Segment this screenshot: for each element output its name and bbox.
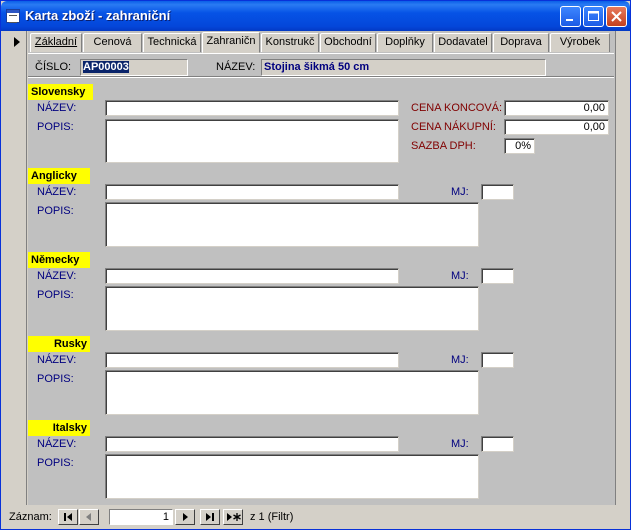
italsky-nazev-label: NÁZEV: (37, 438, 77, 450)
tab-konstrukcni[interactable]: Konstrukč (261, 33, 319, 52)
first-record-icon (64, 513, 72, 521)
next-record-button[interactable] (175, 509, 195, 525)
rusky-mj-input[interactable] (481, 352, 514, 368)
next-record-icon (183, 513, 188, 521)
minimize-button[interactable] (560, 6, 581, 27)
tab-doprava[interactable]: Doprava (493, 33, 549, 52)
cena-nakupni-label: CENA NÁKUPNÍ: (411, 121, 496, 133)
first-record-button[interactable] (58, 509, 78, 525)
anglicky-mj-input[interactable] (481, 184, 514, 200)
section-nemecky-title: Německy (28, 252, 90, 268)
form-body: Základní Cenová Technická Zahraničn Kons… (28, 31, 616, 505)
tab-dodavatel[interactable]: Dodavatel (434, 33, 492, 52)
anglicky-mj-label: MJ: (451, 186, 469, 198)
header-separator (28, 76, 614, 78)
cena-koncova-label: CENA KONCOVÁ: (411, 102, 503, 114)
tab-zakladni[interactable]: Základní (30, 33, 82, 52)
new-record-icon (227, 513, 241, 521)
new-record-button[interactable] (223, 509, 243, 525)
cislo-value: AP00003 (83, 61, 129, 73)
anglicky-nazev-label: NÁZEV: (37, 186, 77, 198)
nazev-label: NÁZEV: (216, 61, 256, 73)
italsky-nazev-input[interactable] (105, 436, 399, 452)
current-record-arrow-icon (14, 37, 20, 47)
title-bar[interactable]: Karta zboží - zahraniční (1, 1, 630, 31)
minimize-icon (566, 19, 573, 21)
italsky-popis-label: POPIS: (37, 457, 74, 469)
section-italsky-title: Italsky (28, 420, 90, 436)
slovensky-nazev-input[interactable] (105, 100, 399, 116)
slovensky-popis-label: POPIS: (37, 121, 74, 133)
record-label: Záznam: (9, 511, 52, 523)
anglicky-popis-input[interactable] (105, 202, 479, 247)
nemecky-mj-input[interactable] (481, 268, 514, 284)
last-record-button[interactable] (200, 509, 220, 525)
italsky-popis-input[interactable] (105, 454, 479, 499)
sazba-dph-label: SAZBA DPH: (411, 140, 476, 152)
rusky-popis-input[interactable] (105, 370, 479, 415)
anglicky-popis-label: POPIS: (37, 205, 74, 217)
previous-record-icon (86, 513, 91, 521)
italsky-mj-label: MJ: (451, 438, 469, 450)
previous-record-button[interactable] (79, 509, 99, 525)
record-count: z 1 (Filtr) (250, 511, 294, 523)
section-anglicky-title: Anglicky (28, 168, 90, 184)
cena-nakupni-input[interactable]: 0,00 (504, 119, 609, 135)
nemecky-nazev-input[interactable] (105, 268, 399, 284)
nazev-value: Stojina šikmá 50 cm (264, 61, 370, 73)
form-icon (6, 9, 20, 23)
rusky-nazev-label: NÁZEV: (37, 354, 77, 366)
rusky-mj-label: MJ: (451, 354, 469, 366)
cislo-label: ČÍSLO: (35, 61, 72, 73)
cislo-field[interactable]: AP00003 (80, 59, 188, 76)
nemecky-popis-input[interactable] (105, 286, 479, 331)
maximize-button[interactable] (583, 6, 604, 27)
tab-cenova[interactable]: Cenová (83, 33, 142, 52)
close-icon (611, 11, 622, 22)
rusky-nazev-input[interactable] (105, 352, 399, 368)
record-navigation-bar: Záznam: 1 z 1 (Filtr) (4, 508, 628, 528)
cena-koncova-input[interactable]: 0,00 (504, 100, 609, 116)
rusky-popis-label: POPIS: (37, 373, 74, 385)
app-window: Karta zboží - zahraniční Základní Cenová… (0, 0, 631, 530)
tab-zahranicni[interactable]: Zahraničn (202, 32, 260, 53)
section-slovensky-title: Slovensky (28, 84, 93, 100)
current-record-field[interactable]: 1 (109, 509, 173, 525)
tab-divider (28, 53, 614, 54)
tab-technicka[interactable]: Technická (143, 33, 201, 52)
nemecky-mj-label: MJ: (451, 270, 469, 282)
record-selector[interactable] (10, 31, 27, 505)
close-button[interactable] (606, 6, 627, 27)
sazba-dph-input[interactable]: 0% (504, 138, 535, 154)
anglicky-nazev-input[interactable] (105, 184, 399, 200)
tab-strip: Základní Cenová Technická Zahraničn Kons… (28, 32, 614, 53)
nemecky-popis-label: POPIS: (37, 289, 74, 301)
section-rusky-title: Rusky (28, 336, 90, 352)
nemecky-nazev-label: NÁZEV: (37, 270, 77, 282)
window-title: Karta zboží - zahraniční (25, 8, 171, 23)
italsky-mj-input[interactable] (481, 436, 514, 452)
tab-vyrobek[interactable]: Výrobek (550, 33, 610, 52)
client-area: Základní Cenová Technická Zahraničn Kons… (4, 31, 628, 528)
tab-doplnky[interactable]: Doplňky (377, 33, 433, 52)
slovensky-popis-input[interactable] (105, 119, 399, 163)
last-record-icon (206, 513, 214, 521)
maximize-icon (588, 11, 599, 21)
nazev-field[interactable]: Stojina šikmá 50 cm (261, 59, 546, 76)
tab-obchodni[interactable]: Obchodní (320, 33, 376, 52)
slovensky-nazev-label: NÁZEV: (37, 102, 77, 114)
